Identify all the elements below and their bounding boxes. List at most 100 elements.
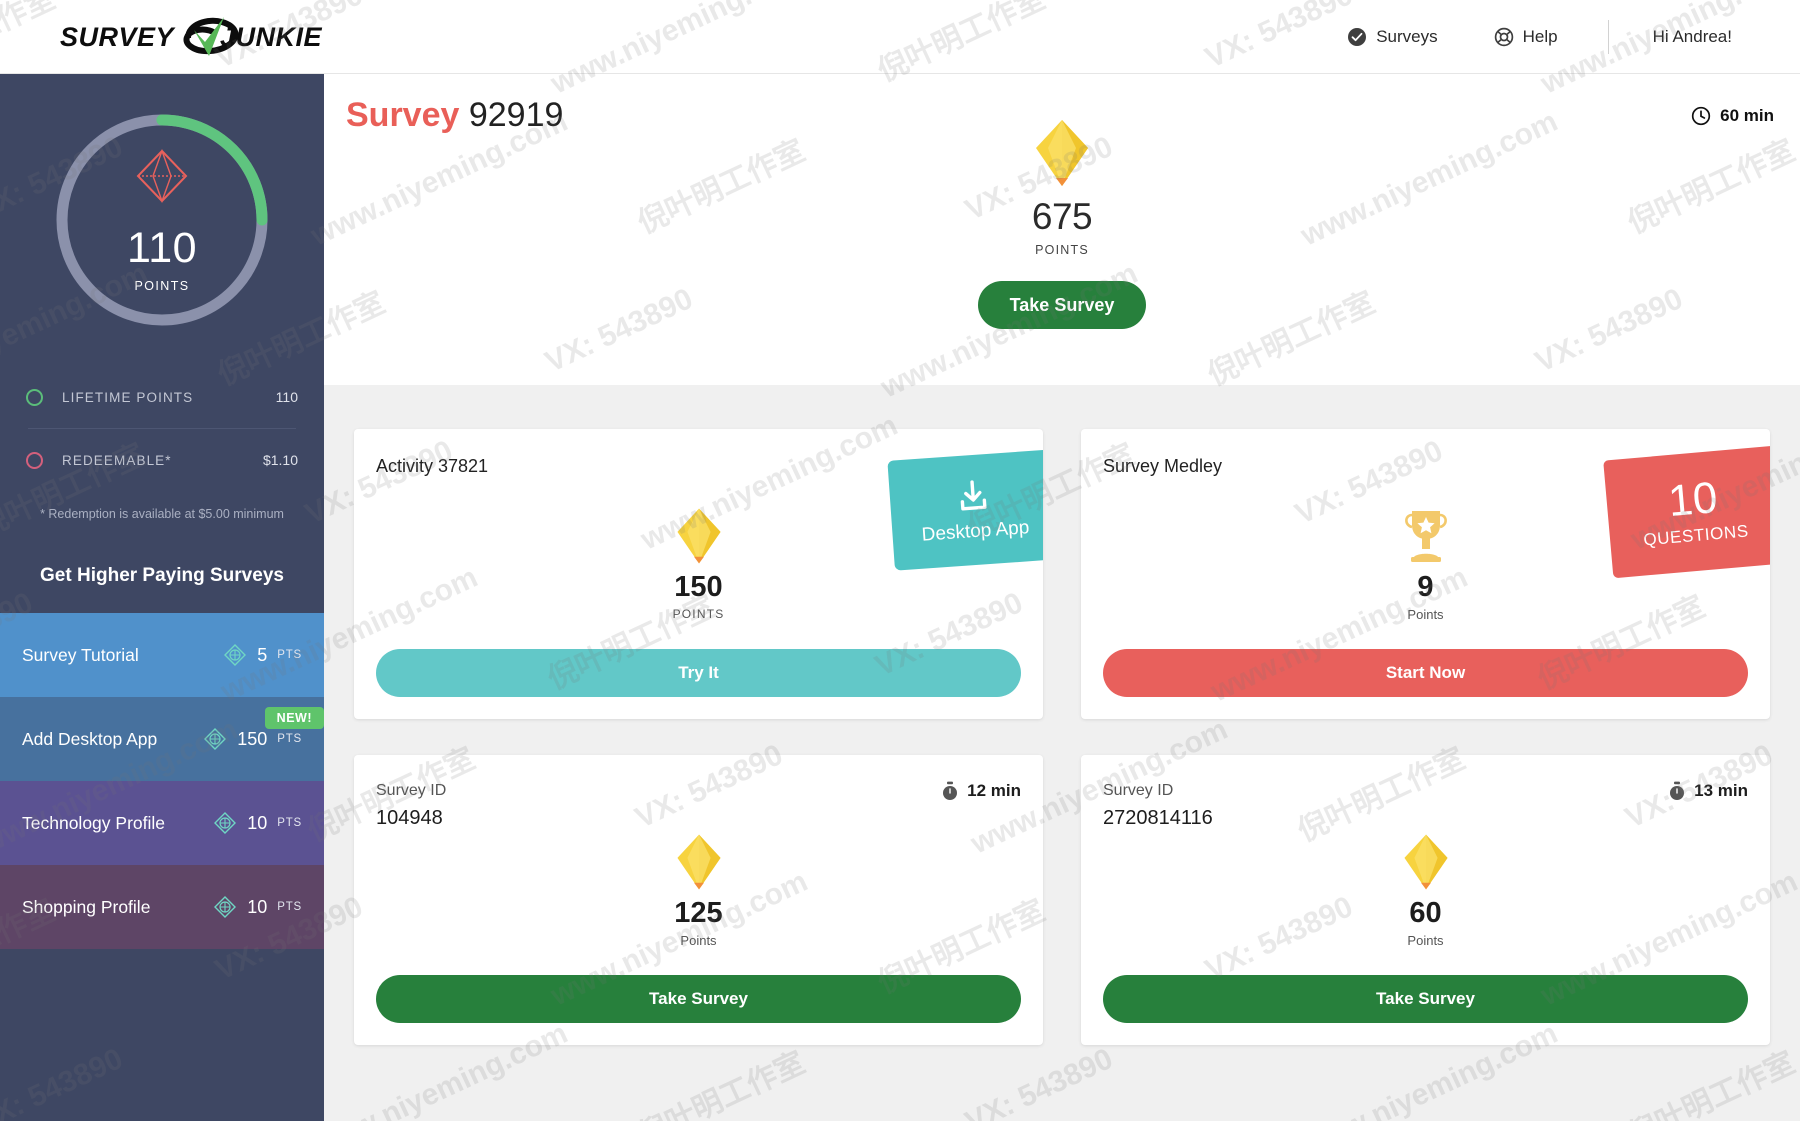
take-survey-button[interactable]: Take Survey: [376, 975, 1021, 1023]
nav-help[interactable]: Help: [1466, 27, 1586, 47]
card-points-unit: POINTS: [672, 607, 725, 621]
card-points-value: 60: [1409, 897, 1442, 929]
sidebar-item-points-unit: PTS: [277, 901, 302, 913]
stat-redeemable-value: $1.10: [262, 452, 298, 468]
trophy-icon: [1404, 511, 1447, 562]
sidebar: 110 POINTS LIFETIME POINTS 110 REDEEMABL…: [0, 74, 324, 1121]
brand-logo[interactable]: SURVEY JUNKIE: [60, 14, 322, 60]
top-navigation-bar: SURVEY JUNKIE Surveys Help Hi Andrea!: [0, 0, 1800, 74]
nav-help-label: Help: [1522, 27, 1558, 46]
try-it-button[interactable]: Try It: [376, 649, 1021, 697]
diamond-gem-icon: [676, 508, 721, 564]
card-points-value: 9: [1417, 571, 1434, 603]
sidebar-item-points: 10 PTS: [213, 895, 302, 919]
survey-id-label: Survey ID: [376, 782, 447, 799]
nav-divider: [1607, 20, 1609, 54]
diamond-gem-icon: [676, 834, 721, 890]
new-badge: NEW!: [264, 707, 324, 729]
sidebar-item-label: Add Desktop App: [22, 728, 158, 749]
diamond-points-icon: [224, 644, 247, 666]
card-duration-label: 13 min: [1694, 781, 1748, 800]
survey-card[interactable]: Survey ID 2720814116 13 min 60 Points Ta…: [1081, 755, 1770, 1045]
sidebar-item-technology-profile[interactable]: Technology Profile 10 PTS: [0, 781, 324, 865]
pink-ring-icon: [26, 451, 43, 469]
card-points-unit: Points: [1407, 933, 1444, 948]
stat-lifetime-points-value: 110: [275, 389, 298, 405]
cards-grid: Activity 37821 Desktop App 150 POINTS Tr…: [324, 385, 1800, 1045]
card-duration: 13 min: [1668, 781, 1748, 801]
card-reward: 60 Points: [1081, 833, 1770, 948]
sidebar-item-points-value: 10: [247, 896, 268, 917]
sidebar-item-points: 10 PTS: [213, 811, 302, 835]
sidebar-item-add-desktop-app[interactable]: NEW! Add Desktop App 150 PTS: [0, 697, 324, 781]
card-header: Survey ID 104948 12 min: [376, 781, 1021, 831]
sidebar-menu: Survey Tutorial 5 PTS NEW! Add Desktop A…: [0, 613, 324, 949]
sidebar-item-label: Survey Tutorial: [22, 644, 139, 665]
start-now-button[interactable]: Start Now: [1103, 649, 1748, 697]
brand-word-junkie: JUNKIE: [220, 22, 323, 52]
card-reward: 9 Points: [1081, 507, 1770, 622]
card-reward: 150 POINTS: [354, 507, 1043, 621]
card-reward: 125 Points: [354, 833, 1043, 948]
card-title: Survey ID 104948: [376, 781, 446, 831]
survey-id-value: 2720814116: [1103, 806, 1213, 829]
survey-id-value: 104948: [376, 806, 443, 829]
stat-redeemable: REDEEMABLE* $1.10: [26, 429, 298, 491]
card-header: Survey ID 2720814116 13 min: [1103, 781, 1748, 831]
sidebar-item-points-value: 10: [247, 812, 268, 833]
diamond-gem-icon: [1036, 120, 1088, 186]
diamond-points-icon: [214, 896, 237, 918]
card-title: Survey ID 2720814116: [1103, 781, 1213, 831]
take-survey-button[interactable]: Take Survey: [978, 281, 1146, 329]
nav-surveys-label: Surveys: [1376, 27, 1438, 46]
green-ring-icon: [26, 388, 43, 406]
stopwatch-icon: [943, 781, 958, 800]
sidebar-stats: LIFETIME POINTS 110 REDEEMABLE* $1.10 * …: [0, 366, 324, 521]
hero-reward: 675 POINTS Take Survey: [324, 118, 1800, 329]
diamond-gem-icon: [1403, 834, 1448, 890]
sidebar-item-label: Technology Profile: [22, 812, 165, 833]
activity-card[interactable]: Activity 37821 Desktop App 150 POINTS Tr…: [354, 429, 1043, 719]
survey-card[interactable]: Survey ID 104948 12 min 125 Points Take …: [354, 755, 1043, 1045]
nav-surveys[interactable]: Surveys: [1319, 27, 1465, 47]
sidebar-item-survey-tutorial[interactable]: Survey Tutorial 5 PTS: [0, 613, 324, 697]
brand-logo-text: SURVEY JUNKIE: [60, 14, 322, 60]
points-gauge: 110 POINTS: [0, 74, 324, 366]
diamond-points-icon: [214, 812, 237, 834]
user-greeting[interactable]: Hi Andrea!: [1631, 27, 1766, 47]
card-points-unit: Points: [680, 933, 717, 948]
sidebar-item-points-unit: PTS: [277, 733, 302, 745]
card-duration-label: 12 min: [967, 781, 1021, 800]
points-gauge-value: 110: [126, 224, 198, 272]
survey-medley-card[interactable]: Survey Medley 3 min 10 QUESTIONS: [1081, 429, 1770, 719]
hero-points-unit: POINTS: [1035, 243, 1089, 257]
card-title: Survey Medley: [1103, 456, 1223, 476]
top-nav-links: Surveys Help Hi Andrea!: [1319, 0, 1766, 74]
brand-word-survey: SURVEY: [60, 22, 175, 52]
take-survey-button[interactable]: Take Survey: [1103, 975, 1748, 1023]
card-title: Activity 37821: [376, 456, 489, 476]
card-points-value: 125: [674, 897, 723, 929]
check-circle-icon: [1348, 28, 1367, 46]
stopwatch-icon: [1670, 781, 1685, 800]
sidebar-item-points-unit: PTS: [277, 649, 302, 661]
stat-lifetime-points-label: LIFETIME POINTS: [62, 389, 194, 405]
diamond-points-icon: [204, 728, 227, 750]
survey-hero-panel: Survey 92919 60 min 675 POINTS Take Surv…: [324, 74, 1800, 385]
card-points-unit: Points: [1407, 607, 1444, 622]
sidebar-item-label: Shopping Profile: [22, 896, 151, 917]
diamond-outline-icon: [136, 148, 188, 204]
sidebar-item-shopping-profile[interactable]: Shopping Profile 10 PTS: [0, 865, 324, 949]
sidebar-item-points-unit: PTS: [277, 817, 302, 829]
sidebar-item-points: 5 PTS: [223, 643, 302, 667]
points-gauge-unit: POINTS: [134, 279, 190, 293]
sidebar-item-points-value: 150: [237, 728, 268, 749]
sidebar-section-title: Get Higher Paying Surveys: [40, 565, 284, 586]
lifebuoy-icon: [1494, 27, 1513, 47]
points-gauge-center: 110 POINTS: [51, 109, 273, 331]
main-content: Survey 92919 60 min 675 POINTS Take Surv…: [324, 74, 1800, 1121]
sidebar-item-points-value: 5: [257, 644, 268, 665]
redemption-note: * Redemption is available at $5.00 minim…: [40, 507, 284, 521]
card-duration: 12 min: [941, 781, 1021, 801]
card-points-value: 150: [674, 571, 723, 603]
